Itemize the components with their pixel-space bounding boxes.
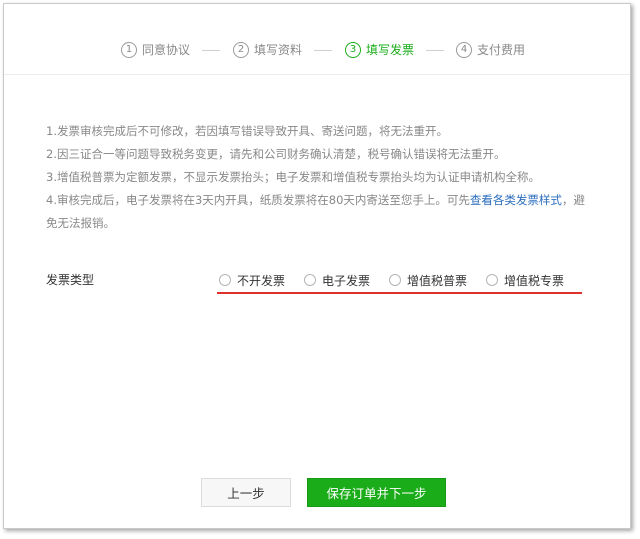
radio-vat-special-invoice[interactable]: 增值税专票	[486, 270, 564, 290]
invoice-notes: 1.发票审核完成后不可修改，若因填写错误导致开具、寄送问题，将无法重开。 2.因…	[46, 120, 596, 235]
radio-electronic-invoice[interactable]: 电子发票	[304, 270, 370, 290]
step-fill-info: 2 填写资料	[233, 40, 302, 60]
step-label: 填写资料	[254, 43, 303, 57]
step-number: 1	[121, 42, 137, 58]
note-line: 4.审核完成后，电子发票将在3天内开具，纸质发票将在80天内寄送至您手上。可先查…	[46, 189, 596, 235]
step-number: 3	[345, 42, 361, 58]
step-separator	[314, 50, 332, 51]
previous-step-button[interactable]: 上一步	[201, 478, 291, 507]
radio-label: 电子发票	[322, 273, 371, 288]
step-separator	[426, 50, 444, 51]
radio-vat-general-invoice[interactable]: 增值税普票	[389, 270, 467, 290]
step-number: 4	[456, 42, 472, 58]
radio-no-invoice[interactable]: 不开发票	[219, 270, 285, 290]
radio-circle-icon[interactable]	[219, 274, 231, 286]
radio-label: 不开发票	[237, 273, 286, 288]
step-label: 同意协议	[142, 43, 191, 57]
save-and-next-button[interactable]: 保存订单并下一步	[307, 478, 446, 507]
step-agree-terms: 1 同意协议	[121, 40, 190, 60]
radio-circle-icon[interactable]	[486, 274, 499, 286]
invoice-sample-link[interactable]: 查看各类发票样式	[470, 193, 562, 207]
radio-circle-icon[interactable]	[304, 274, 317, 286]
invoice-form-panel: 1 同意协议 2 填写资料 3 填写发票 4 支付费用 1.发票审核完成后不可修…	[3, 3, 631, 529]
step-pay-fee: 4 支付费用	[456, 40, 525, 60]
highlight-underline	[217, 292, 582, 294]
radio-circle-icon[interactable]	[389, 274, 402, 286]
invoice-type-radio-group: 不开发票 电子发票 增值税普票 增值税专票	[219, 270, 583, 290]
radio-label: 增值税专票	[504, 273, 565, 288]
note-text: 4.审核完成后，电子发票将在3天内开具，纸质发票将在80天内寄送至您手上。可先	[46, 193, 470, 207]
step-separator	[202, 50, 220, 51]
note-line: 3.增值税普票为定额发票，不显示发票抬头；电子发票和增值税专票抬头均为认证申请机…	[46, 170, 540, 184]
note-line: 1.发票审核完成后不可修改，若因填写错误导致开具、寄送问题，将无法重开。	[46, 124, 448, 138]
step-label: 支付费用	[477, 43, 526, 57]
radio-label: 增值税普票	[407, 273, 468, 288]
step-fill-invoice: 3 填写发票	[345, 40, 414, 60]
progress-steps: 1 同意协议 2 填写资料 3 填写发票 4 支付费用	[4, 4, 630, 75]
step-label: 填写发票	[366, 43, 415, 57]
invoice-type-label: 发票类型	[46, 273, 95, 287]
note-line: 2.因三证合一等问题导致税务变更，请先和公司财务确认清楚，税号确认错误将无法重开…	[46, 147, 506, 161]
step-number: 2	[233, 42, 249, 58]
